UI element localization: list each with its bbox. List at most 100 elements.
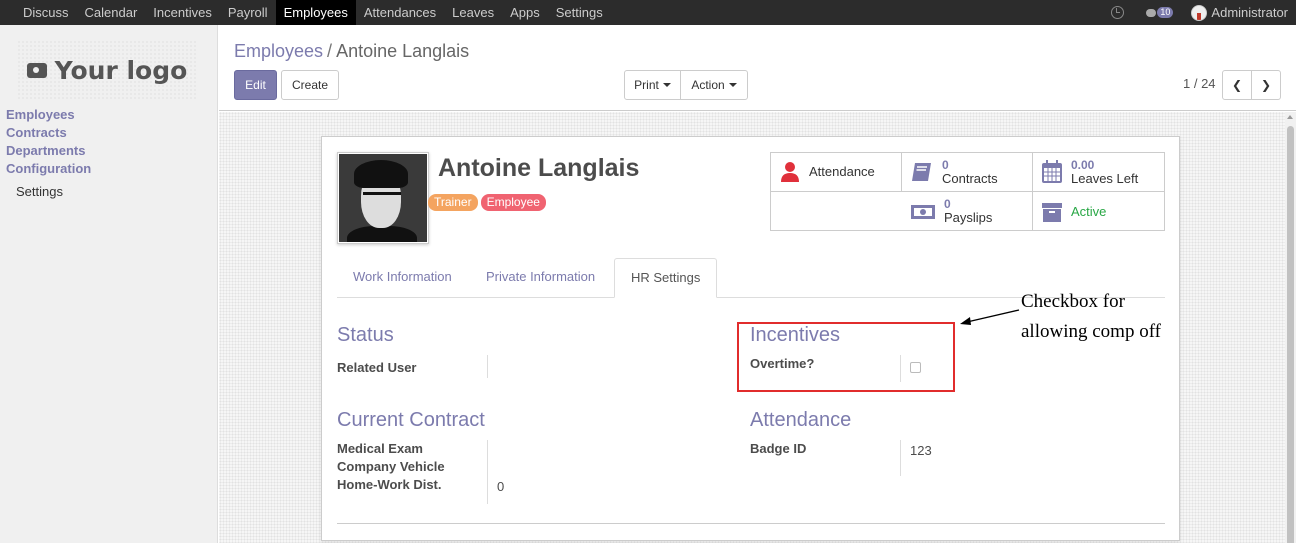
scroll-up-icon[interactable] [1287, 115, 1293, 119]
print-dropdown[interactable]: Print [624, 70, 681, 100]
sidebar-nav: Employees Contracts Departments Configur… [6, 106, 91, 199]
action-dropdown[interactable]: Action [680, 70, 748, 100]
create-button[interactable]: Create [281, 70, 339, 100]
sidebar-item-employees[interactable]: Employees [6, 106, 91, 124]
incentives-title: Incentives [750, 324, 841, 346]
pager-next-button[interactable]: ❯ [1251, 70, 1281, 100]
menu-incentives[interactable]: Incentives [145, 0, 220, 25]
menu-attendances[interactable]: Attendances [356, 0, 444, 25]
sidebar-item-contracts[interactable]: Contracts [6, 124, 91, 142]
scrollbar[interactable] [1285, 112, 1296, 543]
employee-tags: Trainer Employee [428, 194, 546, 211]
money-icon [911, 204, 935, 219]
annotation-line-2: allowing comp off [1021, 321, 1162, 342]
active-label: Active [1071, 203, 1107, 219]
payslips-button[interactable]: 0 Payslips [902, 192, 1033, 231]
photo-glasses [363, 192, 401, 198]
contracts-count: 0 [942, 157, 949, 172]
annotation-arrow-icon [960, 309, 1020, 325]
smart-buttons: Attendance 0 Contracts 0.00 Leaves Left … [770, 152, 1165, 231]
photo-image [339, 154, 427, 242]
edit-button[interactable]: Edit [234, 70, 277, 100]
company-logo[interactable]: Your logo [17, 40, 197, 100]
sidebar-item-settings[interactable]: Settings [16, 184, 91, 199]
systray: 10 Administrator [1111, 0, 1288, 25]
menu-calendar[interactable]: Calendar [77, 0, 146, 25]
badge-id-value[interactable]: 123 [910, 443, 932, 458]
calendar-icon [1042, 160, 1062, 183]
leaves-count: 0.00 [1071, 157, 1095, 172]
tag-trainer[interactable]: Trainer [428, 194, 478, 211]
menu-employees[interactable]: Employees [275, 0, 356, 25]
current-contract-title: Current Contract [337, 409, 485, 431]
tag-employee[interactable]: Employee [480, 194, 546, 211]
field-divider [900, 355, 901, 382]
user-name: Administrator [1211, 5, 1288, 20]
field-divider [487, 440, 488, 504]
menu-settings[interactable]: Settings [548, 0, 611, 25]
employee-photo[interactable] [337, 152, 429, 244]
badge-id-label: Badge ID [750, 441, 807, 456]
messages-button[interactable]: 10 [1146, 7, 1174, 18]
related-user-field[interactable] [497, 360, 697, 376]
control-panel: Employees / Antoine Langlais Edit Create P… [219, 25, 1296, 111]
photo-hair [354, 160, 408, 188]
scrollbar-thumb[interactable] [1287, 126, 1294, 543]
home-work-distance-label: Home-Work Dist. [337, 477, 442, 492]
leaves-button[interactable]: 0.00 Leaves Left [1033, 153, 1164, 192]
active-toggle-button[interactable]: Active [1033, 192, 1164, 231]
breadcrumb-current: Antoine Langlais [336, 41, 470, 61]
related-user-label: Related User [337, 360, 417, 375]
camera-icon [26, 62, 47, 78]
section-divider [337, 523, 1165, 524]
caret-down-icon [728, 83, 737, 87]
attendance-title: Attendance [750, 409, 852, 431]
chevron-left-icon: ❮ [1231, 78, 1243, 92]
tab-hr-settings[interactable]: HR Settings [614, 258, 718, 298]
annotation-text: Checkbox for allowing comp off [1021, 287, 1161, 347]
breadcrumb: Employees / Antoine Langlais [234, 41, 469, 62]
sidebar-item-departments[interactable]: Departments [6, 142, 91, 160]
menu-apps[interactable]: Apps [502, 0, 548, 25]
action-label: Action [691, 78, 725, 92]
print-label: Print [634, 78, 659, 92]
menu-payroll[interactable]: Payroll [220, 0, 276, 25]
payslips-label: Payslips [944, 210, 993, 225]
medical-exam-label: Medical Exam [337, 441, 423, 456]
annotation-line-1: Checkbox for [1021, 291, 1125, 312]
menu-discuss[interactable]: Discuss [15, 0, 77, 25]
attendance-button[interactable]: Attendance [771, 153, 902, 192]
book-icon [912, 163, 931, 181]
notification-badge: 10 [1157, 7, 1174, 18]
field-divider [487, 355, 488, 378]
chevron-right-icon: ❯ [1260, 78, 1272, 92]
employee-name[interactable]: Antoine Langlais [438, 154, 639, 183]
leaves-label: Leaves Left [1071, 170, 1139, 186]
logo-text: Your logo [54, 55, 188, 85]
app-menu: Discuss Calendar Incentives Payroll Empl… [15, 0, 611, 25]
archive-icon [1042, 202, 1062, 222]
photo-shirt [347, 226, 417, 242]
user-icon [781, 162, 799, 182]
clock-icon[interactable] [1111, 6, 1125, 19]
field-divider [900, 440, 901, 476]
user-menu[interactable]: Administrator [1191, 4, 1288, 21]
chat-icon [1146, 8, 1157, 17]
company-vehicle-label: Company Vehicle [337, 459, 445, 474]
contracts-button[interactable]: 0 Contracts [902, 153, 1033, 192]
caret-down-icon [662, 83, 671, 87]
home-work-distance-value[interactable]: 0 [497, 479, 504, 494]
overtime-checkbox[interactable] [910, 362, 921, 373]
sidebar-item-configuration[interactable]: Configuration [6, 160, 91, 178]
contracts-label: Contracts [942, 170, 998, 186]
pager-value[interactable]: 1 / 24 [1183, 76, 1216, 91]
breadcrumb-separator: / [327, 41, 333, 61]
avatar [1191, 4, 1208, 21]
breadcrumb-employees[interactable]: Employees [234, 41, 323, 61]
tab-private-information[interactable]: Private Information [470, 258, 611, 298]
tab-work-information[interactable]: Work Information [337, 258, 468, 298]
menu-leaves[interactable]: Leaves [444, 0, 502, 25]
top-navbar: Discuss Calendar Incentives Payroll Empl… [0, 0, 1296, 25]
pager-previous-button[interactable]: ❮ [1222, 70, 1252, 100]
status-title: Status [337, 324, 394, 346]
